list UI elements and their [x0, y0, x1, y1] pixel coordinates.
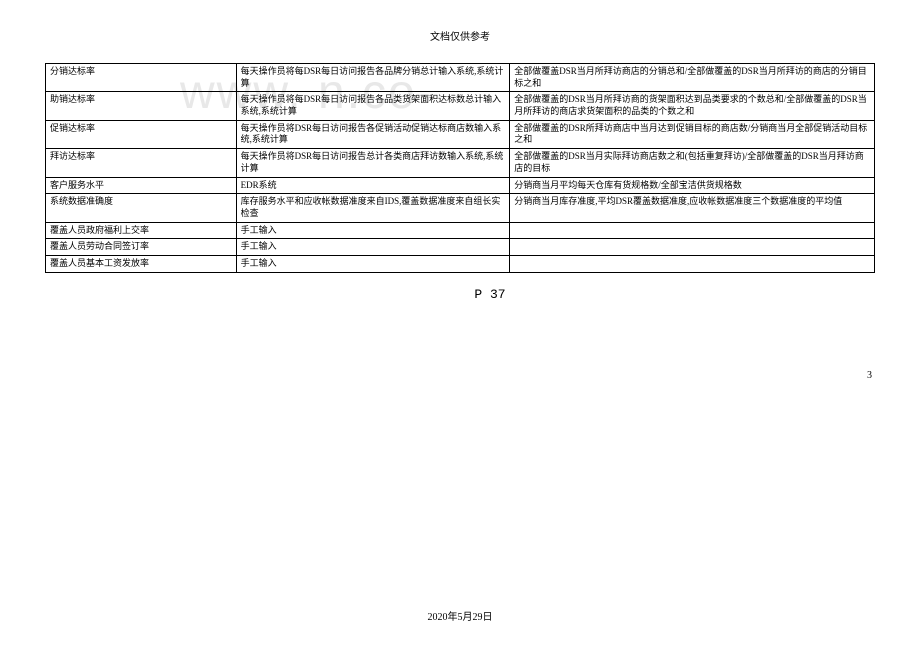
- table-cell: 系统数据准确度: [46, 194, 237, 222]
- table-row: 促销达标率每天操作员将DSR每日访问报告各促销活动促销达标商店数输入系统,系统计…: [46, 120, 875, 148]
- table-row: 覆盖人员政府福利上交率手工输入: [46, 222, 875, 239]
- table-cell: 手工输入: [236, 239, 510, 256]
- table-cell: [510, 255, 875, 272]
- table-cell: 分销达标率: [46, 64, 237, 92]
- table-cell: 手工输入: [236, 255, 510, 272]
- table-cell: 分销商当月平均每天仓库有货规格数/全部宝洁供货规格数: [510, 177, 875, 194]
- table-cell: 促销达标率: [46, 120, 237, 148]
- table-cell: 覆盖人员基本工资发放率: [46, 255, 237, 272]
- page-label: P 37: [60, 287, 920, 302]
- table-cell: 每天操作员将DSR每日访问报告总计各类商店拜访数输入系统,系统计算: [236, 149, 510, 177]
- table-cell: 覆盖人员政府福利上交率: [46, 222, 237, 239]
- table-cell: [510, 222, 875, 239]
- table-row: 客户服务水平EDR系统分销商当月平均每天仓库有货规格数/全部宝洁供货规格数: [46, 177, 875, 194]
- table-cell: 全部做覆盖的DSR所拜访商店中当月达到促销目标的商店数/分销商当月全部促销活动目…: [510, 120, 875, 148]
- table-cell: 助销达标率: [46, 92, 237, 120]
- table-row: 助销达标率每天操作员将每DSR每日访问报告各品类货架面积达标数总计输入系统,系统…: [46, 92, 875, 120]
- table-cell: [510, 239, 875, 256]
- table-cell: 全部做覆盖的DSR当月所拜访商的货架面积达到品类要求的个数总和/全部做覆盖的DS…: [510, 92, 875, 120]
- table-row: 系统数据准确度库存服务水平和应收帐数据准度来自IDS,覆盖数据准度来自组长实检查…: [46, 194, 875, 222]
- table-row: 分销达标率每天操作员将每DSR每日访问报告各品牌分销总计输入系统,系统计算全部做…: [46, 64, 875, 92]
- table-cell: 拜访达标率: [46, 149, 237, 177]
- table-cell: EDR系统: [236, 177, 510, 194]
- table-row: 覆盖人员劳动合同签订率手工输入: [46, 239, 875, 256]
- table-cell: 库存服务水平和应收帐数据准度来自IDS,覆盖数据准度来自组长实检查: [236, 194, 510, 222]
- date-footer: 2020年5月29日: [0, 608, 920, 623]
- table-cell: 覆盖人员劳动合同签订率: [46, 239, 237, 256]
- table-cell: 每天操作员将每DSR每日访问报告各品类货架面积达标数总计输入系统,系统计算: [236, 92, 510, 120]
- table-cell: 手工输入: [236, 222, 510, 239]
- table-cell: 分销商当月库存准度,平均DSR覆盖数据准度,应收帐数据准度三个数据准度的平均值: [510, 194, 875, 222]
- data-table: 分销达标率每天操作员将每DSR每日访问报告各品牌分销总计输入系统,系统计算全部做…: [45, 63, 875, 273]
- table-cell: 每天操作员将每DSR每日访问报告各品牌分销总计输入系统,系统计算: [236, 64, 510, 92]
- table-row: 拜访达标率每天操作员将DSR每日访问报告总计各类商店拜访数输入系统,系统计算全部…: [46, 149, 875, 177]
- document-header: 文档仅供参考: [0, 0, 920, 63]
- table-cell: 全部做覆盖DSR当月所拜访商店的分销总和/全部做覆盖的DSR当月所拜访的商店的分…: [510, 64, 875, 92]
- table-cell: 每天操作员将DSR每日访问报告各促销活动促销达标商店数输入系统,系统计算: [236, 120, 510, 148]
- table-cell: 客户服务水平: [46, 177, 237, 194]
- table-cell: 全部做覆盖的DSR当月实际拜访商店数之和(包括重复拜访)/全部做覆盖的DSR当月…: [510, 149, 875, 177]
- page-number: 3: [867, 370, 872, 381]
- table-row: 覆盖人员基本工资发放率手工输入: [46, 255, 875, 272]
